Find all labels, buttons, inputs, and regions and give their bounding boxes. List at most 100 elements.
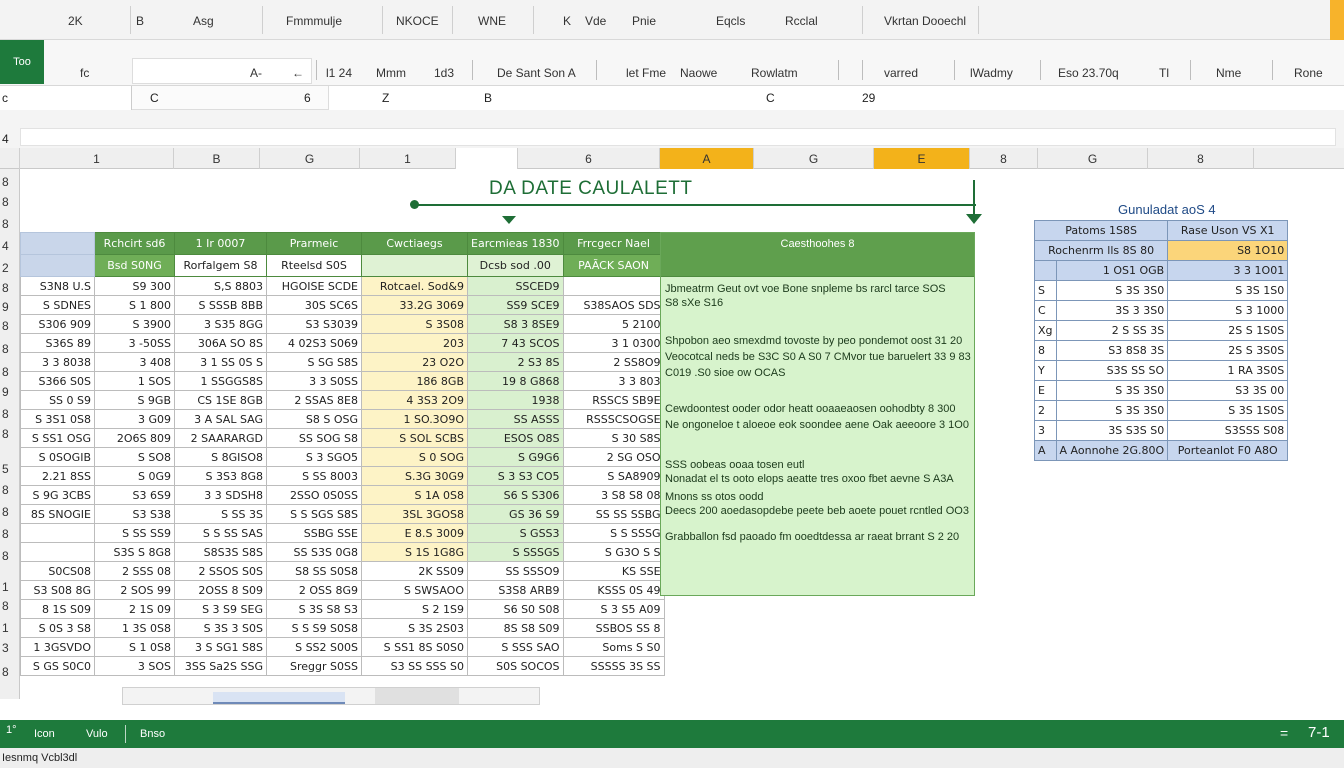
zoom-icon[interactable]: 7-1 [1308, 724, 1330, 741]
table-cell[interactable]: 1 SO.3O9O [361, 409, 468, 429]
table-cell[interactable]: 8S SNOGIE [20, 504, 95, 524]
table-cell[interactable]: SS SOG S8 [266, 428, 362, 448]
row-header[interactable]: 8 [2, 195, 9, 209]
table-cell[interactable]: 3SL 3GOS8 [361, 504, 468, 524]
toolbar-group-14[interactable]: Tl [1159, 66, 1169, 80]
row-header[interactable]: 8 [2, 599, 9, 613]
summary-cell[interactable]: S 3S 1S0S [1167, 400, 1289, 421]
table-cell[interactable]: S SA8909 [562, 466, 665, 486]
summary-cell[interactable]: S3S SS SO [1055, 360, 1169, 381]
ribbon-tab-3[interactable]: Asg [193, 14, 214, 28]
column-header[interactable]: 6 [518, 148, 660, 169]
table-cell[interactable]: S 0 SOG [361, 447, 468, 467]
table-cell[interactable]: 2 S3 8S [467, 352, 564, 372]
table-cell[interactable]: S 1S 1G8G [361, 542, 468, 562]
summary-cell[interactable]: C [1034, 300, 1057, 321]
summary-cell[interactable]: S 3 1000 [1167, 300, 1289, 321]
table-cell[interactable]: 1938 [467, 390, 564, 410]
subheader-cell[interactable]: Rorfalgem S8 [174, 254, 267, 277]
table-cell[interactable]: 2 1S 09 [94, 599, 175, 619]
column-header[interactable]: 8 [970, 148, 1038, 169]
row-header[interactable]: 8 [2, 319, 9, 333]
table-cell[interactable]: 2 SSS 08 [94, 561, 175, 581]
table-cell[interactable]: S306 909 [20, 314, 95, 334]
toolbar-group-16[interactable]: Rone [1294, 66, 1323, 80]
table-cell[interactable]: SSBOS SS 8 [562, 618, 665, 638]
table-cell[interactable]: S0S SOCOS [467, 656, 564, 676]
table-cell[interactable]: S3N8 U.S [20, 276, 95, 296]
table-cell[interactable]: 3 SOS [94, 656, 175, 676]
table-cell[interactable]: Sreggr S0SS [266, 656, 362, 676]
header-cell[interactable]: Cwctiaegs [361, 232, 468, 255]
row-header[interactable]: 8 [2, 175, 9, 189]
table-cell[interactable]: 2 SOS 99 [94, 580, 175, 600]
table-cell[interactable]: 3 G09 [94, 409, 175, 429]
toolbar-group-11[interactable]: varred [884, 66, 918, 80]
table-cell[interactable]: 2 SSAS 8E8 [266, 390, 362, 410]
toolbar-group-1[interactable]: fc [80, 66, 89, 80]
table-cell[interactable]: S 1 800 [94, 295, 175, 315]
ribbon-tab-7[interactable]: K [563, 14, 571, 28]
toolbar-group-9[interactable]: Naowe [680, 66, 717, 80]
table-cell[interactable]: S S S9 S0S8 [266, 618, 362, 638]
subheader-cell[interactable]: Bsd S0NG [94, 254, 175, 277]
table-cell[interactable]: SSBG SSE [266, 523, 362, 543]
table-cell[interactable]: 3 408 [94, 352, 175, 372]
table-cell[interactable]: S G9G6 [467, 447, 564, 467]
summary-footer-cell[interactable]: Porteanlot F0 A8O [1167, 440, 1289, 461]
table-cell[interactable]: 2 OSS 8G9 [266, 580, 362, 600]
column-header[interactable]: B [174, 148, 260, 169]
table-cell[interactable]: S SWSAOO [361, 580, 468, 600]
table-cell[interactable]: S 0SOGIB [20, 447, 95, 467]
header-cell[interactable]: Rchcirt sd6 [94, 232, 175, 255]
table-cell[interactable]: S3 SS SSS S0 [361, 656, 468, 676]
table-cell[interactable]: S 1 0S8 [94, 637, 175, 657]
row-header[interactable]: 8 [2, 665, 9, 679]
row-header[interactable]: 4 [2, 239, 9, 253]
table-cell[interactable]: SSCED9 [467, 276, 564, 296]
table-cell[interactable]: S SSSB 8BB [174, 295, 267, 315]
table-cell[interactable]: SS S3S 0G8 [266, 542, 362, 562]
table-cell[interactable]: S SS1 8S S0S0 [361, 637, 468, 657]
row-header[interactable]: 8 [2, 407, 9, 421]
table-cell[interactable]: S 30 S8S [562, 428, 665, 448]
summary-cell[interactable]: 3 [1034, 420, 1057, 441]
table-cell[interactable]: SS 0 S9 [20, 390, 95, 410]
table-cell[interactable]: S 3S 3 S0S [174, 618, 267, 638]
table-cell[interactable]: S 3 S5 A09 [562, 599, 665, 619]
table-cell[interactable]: HGOISE SCDE [266, 276, 362, 296]
table-cell[interactable]: 2 SS8O9 [562, 352, 665, 372]
ribbon-tab-9[interactable]: Pnie [632, 14, 656, 28]
row-header[interactable]: 1 [2, 621, 9, 635]
table-cell[interactable]: 2OSS 8 S09 [174, 580, 267, 600]
table-cell[interactable]: S3 6S9 [94, 485, 175, 505]
header-cell[interactable]: 1 Ir 0007 [174, 232, 267, 255]
column-header-selected[interactable]: A [660, 148, 754, 169]
row-header[interactable]: 8 [2, 365, 9, 379]
row-header[interactable]: 8 [2, 505, 9, 519]
table-cell[interactable]: S 3S3 8G8 [174, 466, 267, 486]
table-cell[interactable]: Soms S S0 [562, 637, 665, 657]
summary-cell[interactable]: 3S 3 3S0 [1055, 300, 1169, 321]
subheader-cell[interactable]: Rteelsd S0S [266, 254, 362, 277]
table-cell[interactable]: S S SS SAS [174, 523, 267, 543]
subheader-cell[interactable]: PAÃCK SAON [562, 254, 665, 277]
summary-cell[interactable]: 2 S SS 3S [1055, 320, 1169, 341]
summary-cell[interactable] [1034, 260, 1057, 281]
toolbar-group-5[interactable]: Mmm [376, 66, 406, 80]
summary-cell[interactable]: 8 [1034, 340, 1057, 361]
table-cell[interactable]: 8S S8 S09 [467, 618, 564, 638]
table-cell[interactable]: 8 1S S09 [20, 599, 95, 619]
table-cell[interactable]: S 0S 3 S8 [20, 618, 95, 638]
table-cell[interactable]: S366 S0S [20, 371, 95, 391]
table-cell[interactable]: S 2 1S9 [361, 599, 468, 619]
row-header[interactable]: 8 [2, 427, 9, 441]
horizontal-scrollbar[interactable] [122, 687, 540, 705]
subheader-cell[interactable] [361, 254, 468, 277]
scroll-thumb[interactable] [375, 688, 459, 704]
table-cell[interactable]: 3 S35 8GG [174, 314, 267, 334]
table-cell[interactable]: SS SSSO9 [467, 561, 564, 581]
row-header[interactable]: 5 [2, 462, 9, 476]
summary-cell[interactable]: S [1034, 280, 1057, 301]
table-cell[interactable]: S3 S08 8G [20, 580, 95, 600]
